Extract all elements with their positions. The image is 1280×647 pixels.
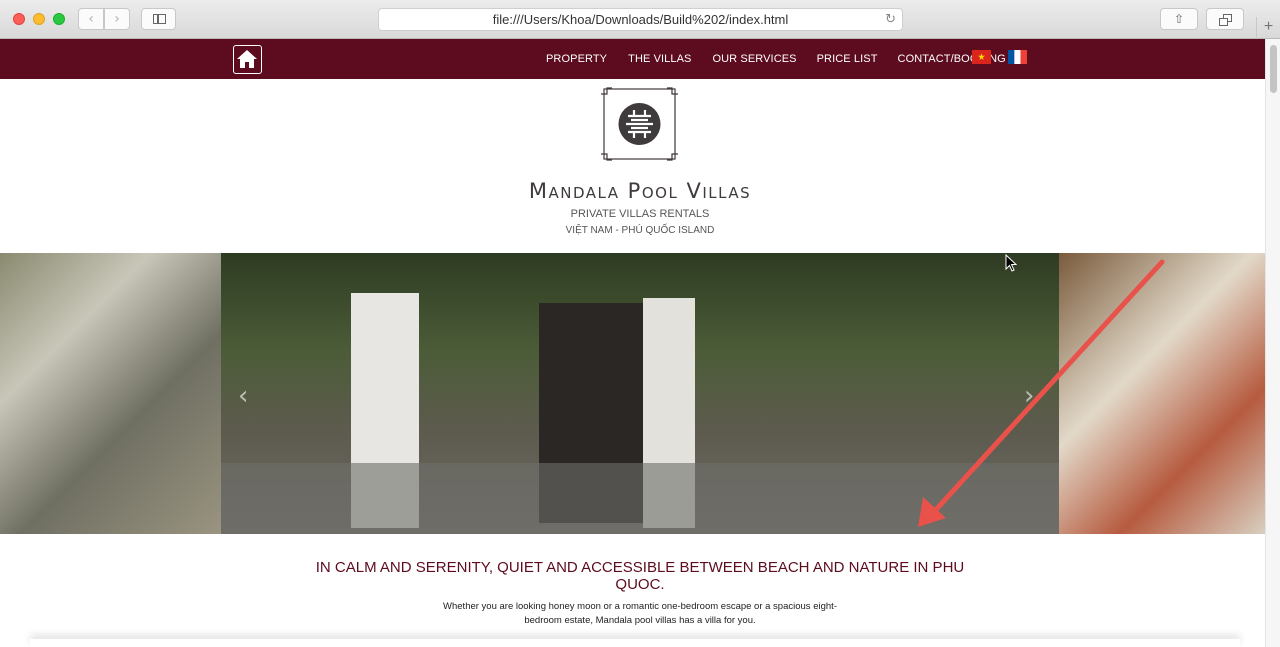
mouse-cursor-icon	[1005, 254, 1017, 272]
annotation-arrow-icon	[918, 259, 1165, 527]
